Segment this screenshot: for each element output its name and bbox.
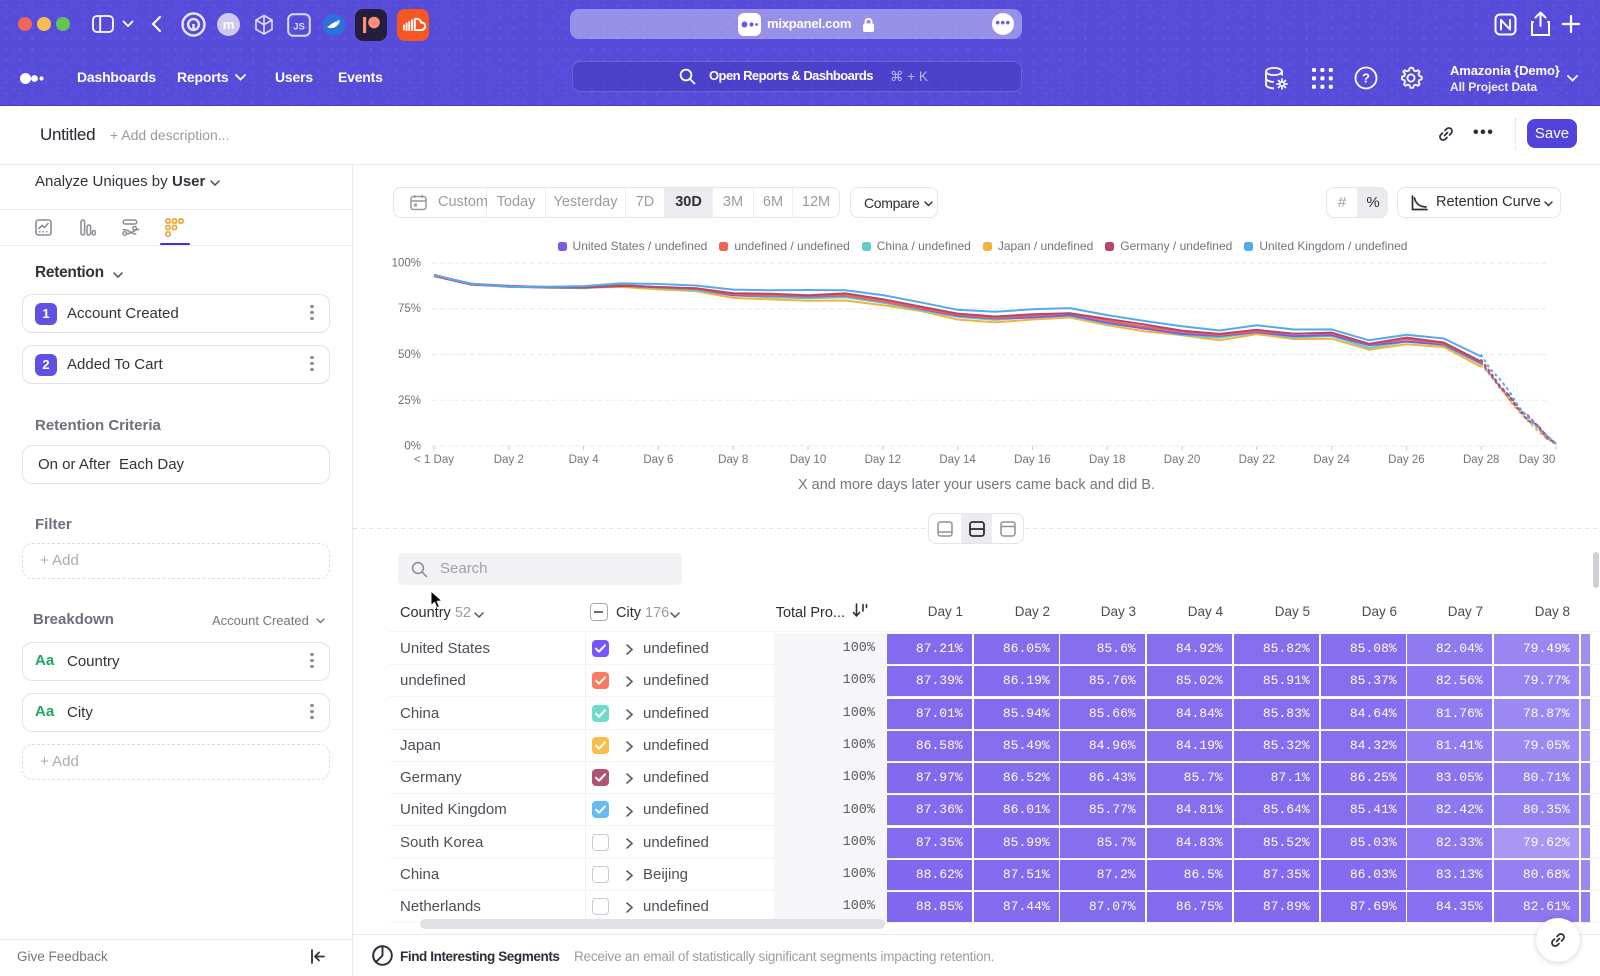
svg-text:Day 18: Day 18	[1089, 454, 1125, 466]
svg-text:Day 4: Day 4	[569, 454, 600, 466]
svg-text:Day 8: Day 8	[718, 454, 748, 466]
svg-text:Day 12: Day 12	[865, 454, 901, 466]
svg-text:< 1 Day: < 1 Day	[414, 454, 454, 466]
svg-text:JS: JS	[293, 22, 305, 33]
svg-text:Day 6: Day 6	[643, 454, 673, 466]
svg-text:75%: 75%	[398, 303, 421, 315]
svg-text:Day 24: Day 24	[1313, 454, 1350, 466]
svg-text:?: ?	[1362, 71, 1370, 86]
svg-text:Day 2: Day 2	[494, 454, 524, 466]
svg-text:25%: 25%	[398, 395, 421, 407]
svg-text:Day 10: Day 10	[790, 454, 826, 466]
svg-text:Day 26: Day 26	[1388, 454, 1424, 466]
svg-text:50%: 50%	[398, 349, 421, 361]
svg-text:Day 14: Day 14	[939, 454, 976, 466]
svg-text:Day 20: Day 20	[1164, 454, 1200, 466]
svg-text:Day 22: Day 22	[1239, 454, 1275, 466]
svg-text:Day 16: Day 16	[1014, 454, 1050, 466]
svg-text:Day 30: Day 30	[1519, 454, 1555, 466]
svg-text:0%: 0%	[404, 441, 421, 453]
svg-text:Day 28: Day 28	[1463, 454, 1499, 466]
svg-text:100%: 100%	[392, 258, 421, 270]
